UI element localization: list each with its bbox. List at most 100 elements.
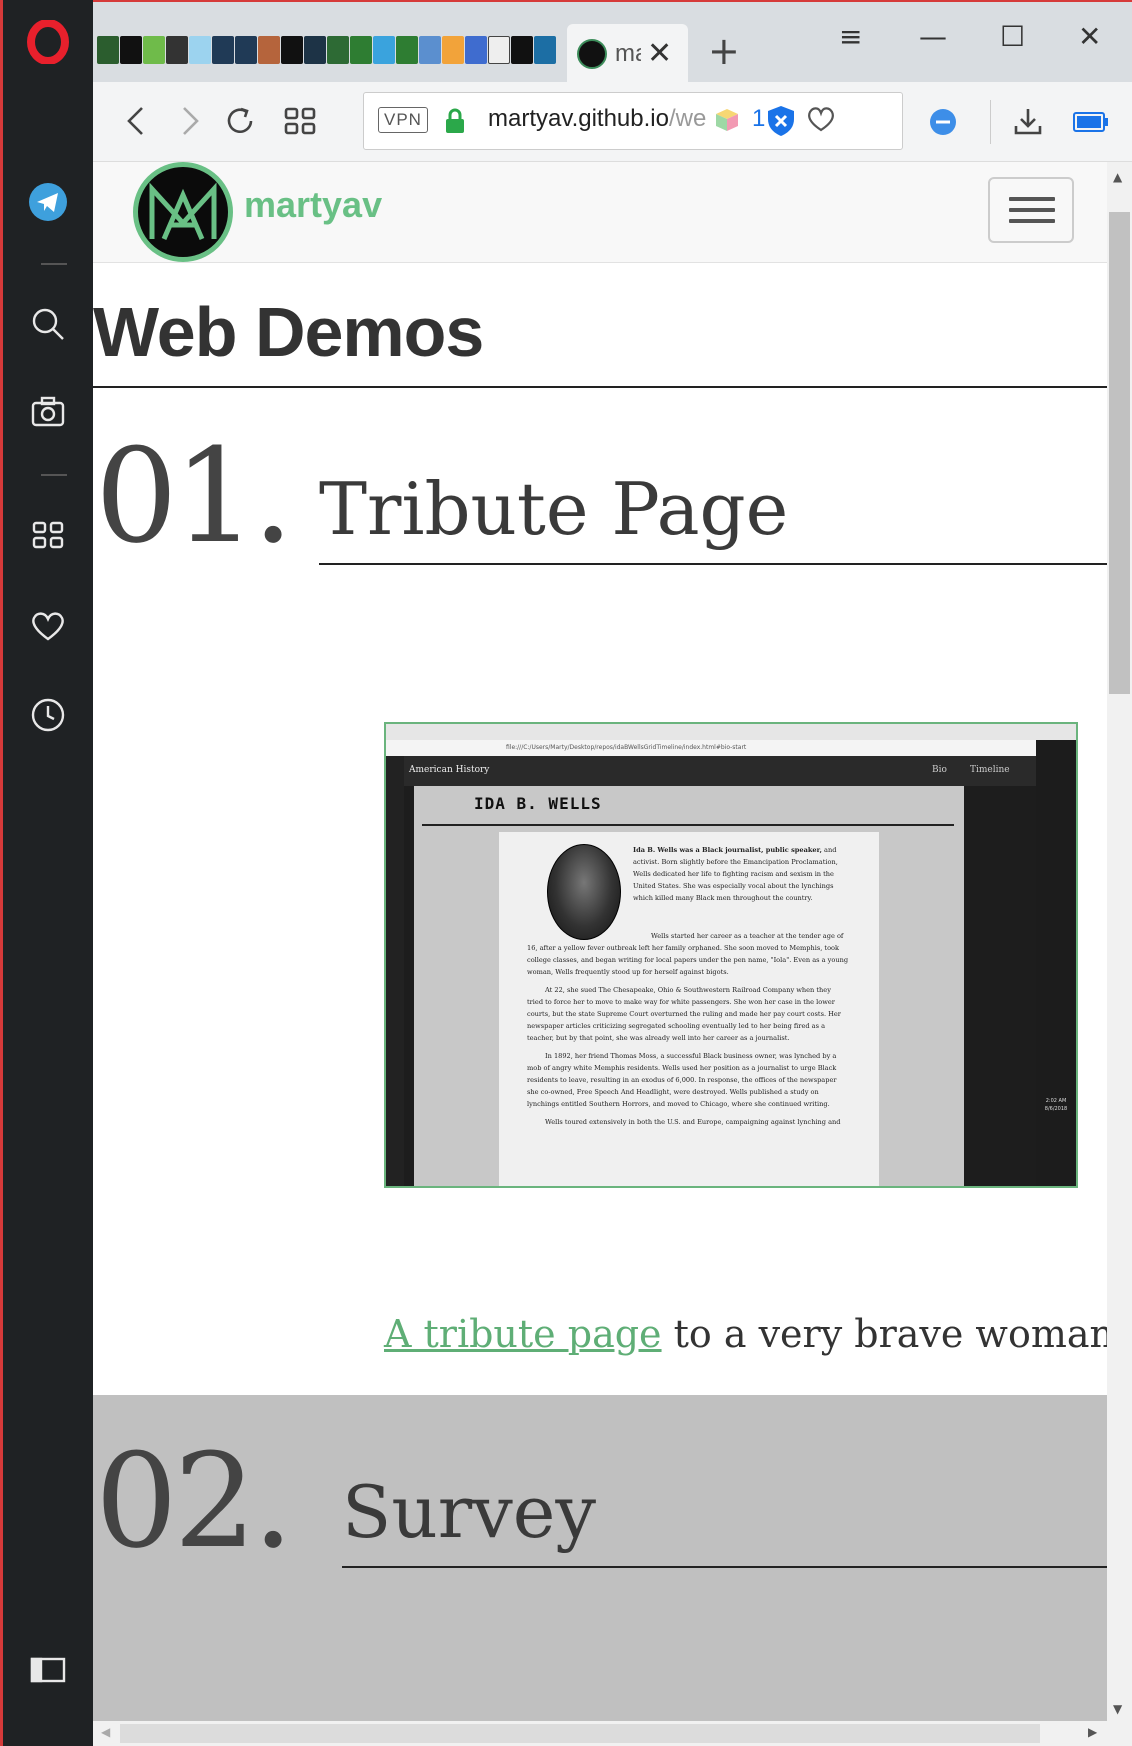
tribute-page-link[interactable]: A tribute page xyxy=(384,1312,662,1356)
window-close-button[interactable]: ✕ xyxy=(1078,20,1101,53)
opera-logo-icon[interactable] xyxy=(3,12,93,72)
tab-favicon[interactable] xyxy=(212,36,234,64)
menu-toggle-button[interactable] xyxy=(988,177,1074,243)
tab-favicon[interactable] xyxy=(143,36,165,64)
tab-favicon[interactable] xyxy=(511,36,533,64)
shot-heading: IDA B. WELLS xyxy=(474,794,602,813)
tab-favicon[interactable] xyxy=(166,36,188,64)
forward-button[interactable] xyxy=(167,98,213,144)
tab-title: ma xyxy=(615,40,641,67)
tab-favicon[interactable] xyxy=(304,36,326,64)
shot-intro: and activist. Born slightly before the E… xyxy=(633,846,838,902)
adblock-shield-icon[interactable] xyxy=(766,105,796,137)
tab-favicon[interactable] xyxy=(350,36,372,64)
battery-icon[interactable] xyxy=(1073,112,1109,132)
tab-favicon[interactable] xyxy=(189,36,211,64)
extension-cube-icon[interactable] xyxy=(714,107,740,133)
lock-icon[interactable] xyxy=(444,107,466,135)
navigation-bar: VPN martyav.github.io/we 1 xyxy=(93,82,1132,162)
hamburger-line xyxy=(1009,219,1055,223)
shot-clock-date: 8/6/2018 xyxy=(1044,1106,1068,1112)
speed-dial-icon[interactable] xyxy=(3,505,93,565)
project-title: Survey xyxy=(342,1470,1107,1568)
horizontal-scroll-thumb[interactable] xyxy=(120,1724,1040,1743)
tab-favicon[interactable] xyxy=(419,36,441,64)
project-title: Tribute Page xyxy=(319,467,1107,565)
caption-text: to a very brave woman xyxy=(661,1312,1107,1356)
site-name[interactable]: martyav xyxy=(244,184,382,226)
pinned-tabs xyxy=(97,36,556,64)
portrait-image xyxy=(547,844,621,940)
bookmark-heart-icon[interactable] xyxy=(806,105,836,133)
site-favicon-icon xyxy=(577,39,607,69)
tab-active[interactable]: ma ✕ xyxy=(567,24,688,84)
sidebar-separator xyxy=(41,474,67,476)
shot-article: Ida B. Wells was a Black journalist, pub… xyxy=(499,832,879,1186)
vertical-scroll-thumb[interactable] xyxy=(1109,212,1130,694)
history-icon[interactable] xyxy=(3,685,93,745)
speed-dial-button[interactable] xyxy=(277,98,323,144)
shot-body: IDA B. WELLS Ida B. Wells was a Black jo… xyxy=(414,786,964,1186)
scroll-right-icon[interactable]: ▶ xyxy=(1088,1725,1097,1739)
tab-bar: ma ✕ + ≡ — ☐ ✕ xyxy=(93,0,1132,84)
shot-paragraph: Wells started her career as a teacher at… xyxy=(527,932,849,976)
sidebar-toggle-icon[interactable] xyxy=(3,1640,93,1700)
shot-intro-bold: Ida B. Wells was a Black journalist, pub… xyxy=(633,846,822,854)
shot-header-title: American History xyxy=(409,765,490,775)
shot-paragraph: Wells toured extensively in both the U.S… xyxy=(545,1118,841,1126)
scroll-up-icon[interactable]: ▲ xyxy=(1113,170,1122,184)
project-section-survey: 02. Survey xyxy=(93,1395,1107,1726)
vertical-scrollbar[interactable]: ▲ ▼ xyxy=(1107,162,1132,1726)
scroll-down-icon[interactable]: ▼ xyxy=(1113,1702,1122,1716)
hamburger-line xyxy=(1009,197,1055,201)
shot-clock-time: 2:02 AM xyxy=(1045,1098,1067,1104)
minus-circle-icon[interactable] xyxy=(929,108,957,136)
project-caption: A tribute page to a very brave woman xyxy=(384,1312,1107,1356)
tab-favicon[interactable] xyxy=(373,36,395,64)
web-page: martyav Web Demos 01. Tribute Page file:… xyxy=(93,162,1107,1726)
project-screenshot[interactable]: file:///C:/Users/Marty/Desktop/repos/ida… xyxy=(384,722,1078,1188)
download-icon[interactable] xyxy=(1005,98,1051,144)
tab-favicon[interactable] xyxy=(327,36,349,64)
scroll-left-icon[interactable]: ◀ xyxy=(101,1725,110,1739)
shot-address: file:///C:/Users/Marty/Desktop/repos/ida… xyxy=(386,740,1076,756)
tab-favicon[interactable] xyxy=(281,36,303,64)
tab-favicon[interactable] xyxy=(465,36,487,64)
heart-icon[interactable] xyxy=(3,596,93,656)
tab-favicon[interactable] xyxy=(396,36,418,64)
project-number: 01. xyxy=(95,420,294,572)
sidebar-separator xyxy=(41,263,67,265)
hamburger-line xyxy=(1009,208,1055,212)
address-bar[interactable]: VPN martyav.github.io/we 1 xyxy=(363,92,903,150)
tab-favicon[interactable] xyxy=(120,36,142,64)
site-logo[interactable] xyxy=(133,162,233,262)
shot-paragraph: At 22, she sued The Chesapeake, Ohio & S… xyxy=(527,986,841,1042)
tab-favicon[interactable] xyxy=(442,36,464,64)
tab-favicon[interactable] xyxy=(534,36,556,64)
shot-nav-bio: Bio xyxy=(932,765,947,775)
site-header: martyav xyxy=(93,162,1107,263)
camera-icon[interactable] xyxy=(3,382,93,442)
maximize-button[interactable]: ☐ xyxy=(1000,20,1025,53)
tab-close-icon[interactable]: ✕ xyxy=(647,39,672,69)
search-icon[interactable] xyxy=(3,294,93,354)
new-tab-button[interactable]: + xyxy=(708,32,740,70)
shot-paragraph: In 1892, her friend Thomas Moss, a succe… xyxy=(527,1052,837,1108)
tab-favicon[interactable] xyxy=(97,36,119,64)
vpn-badge[interactable]: VPN xyxy=(378,107,428,133)
tab-menu-icon[interactable]: ≡ xyxy=(839,20,862,53)
minimize-button[interactable]: — xyxy=(919,20,947,53)
page-title: Web Demos xyxy=(93,293,484,371)
title-divider xyxy=(93,386,1107,388)
reload-button[interactable] xyxy=(217,98,263,144)
horizontal-scrollbar[interactable]: ◀ ▶ xyxy=(93,1721,1132,1746)
tab-favicon[interactable] xyxy=(488,36,510,64)
url-text[interactable]: martyav.github.io/we xyxy=(488,105,708,133)
telegram-icon[interactable] xyxy=(3,172,93,232)
browser-sidebar xyxy=(0,0,93,1746)
tab-favicon[interactable] xyxy=(235,36,257,64)
back-button[interactable] xyxy=(113,98,159,144)
shot-heading-rule xyxy=(422,824,954,826)
shot-sidebar xyxy=(386,756,404,1186)
tab-favicon[interactable] xyxy=(258,36,280,64)
